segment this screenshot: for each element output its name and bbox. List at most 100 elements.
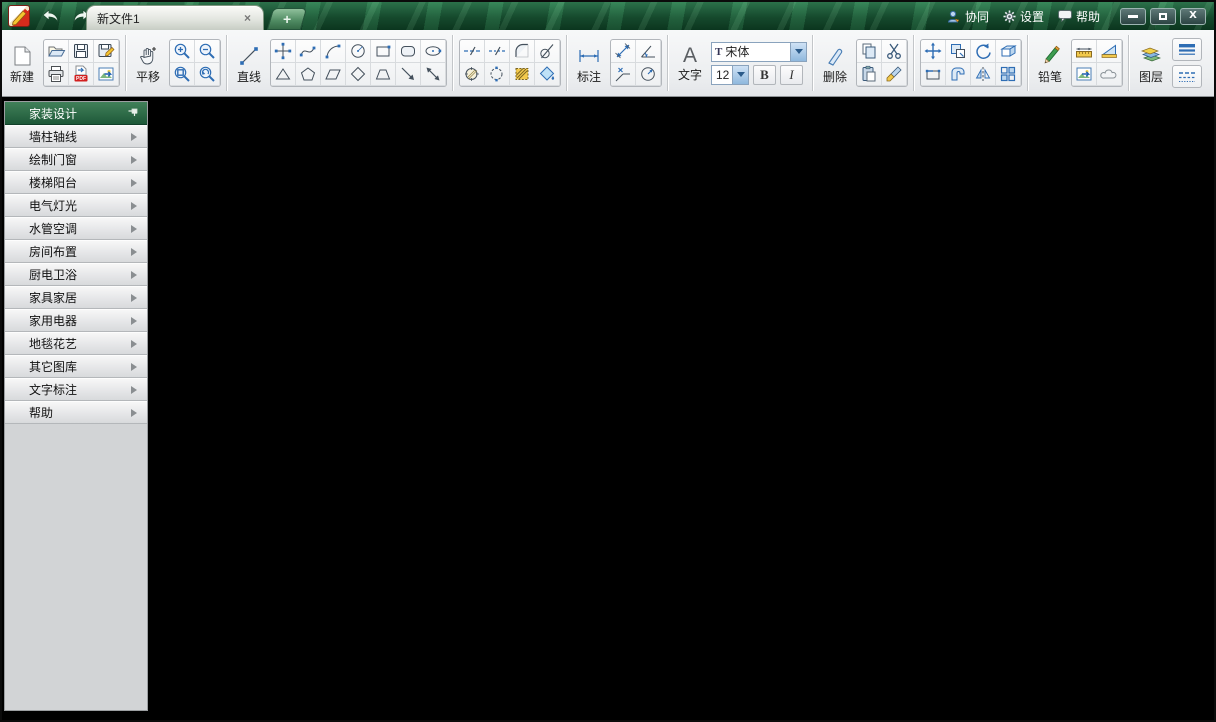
revision-cloud-button[interactable] <box>1097 63 1122 86</box>
sidebar-item-12[interactable]: 文字标注 <box>5 378 147 401</box>
radius-dim-button[interactable] <box>636 63 661 86</box>
zoom-out-button[interactable] <box>195 40 220 63</box>
sidebar-header[interactable]: 家装设计 <box>5 102 147 125</box>
double-arrow-button[interactable] <box>421 63 446 86</box>
hatch-fill-button[interactable] <box>510 63 535 86</box>
sidebar-item-2[interactable]: 绘制门窗 <box>5 148 147 171</box>
italic-button[interactable]: I <box>780 64 803 85</box>
sidebar-item-10[interactable]: 地毯花艺 <box>5 332 147 355</box>
leader-dim-button[interactable] <box>611 63 636 86</box>
minimize-button[interactable] <box>1120 7 1146 25</box>
pentagon-button[interactable] <box>296 63 321 86</box>
font-size-select[interactable]: 12 <box>711 64 749 85</box>
new-tab-button[interactable]: + <box>266 8 308 30</box>
hatch-circle-button[interactable] <box>460 63 485 86</box>
sidebar-item-13[interactable]: 帮助 <box>5 401 147 424</box>
spline-button[interactable] <box>296 40 321 63</box>
paste-button[interactable] <box>857 63 882 86</box>
collaborate-label: 协同 <box>964 9 989 24</box>
rounded-rect-button[interactable] <box>396 40 421 63</box>
font-size-dropdown-arrow[interactable] <box>732 65 748 84</box>
pencil-button[interactable]: 铅笔 <box>1034 42 1066 85</box>
arrow-button[interactable] <box>396 63 421 86</box>
arc-button[interactable] <box>321 40 346 63</box>
sidebar-item-9[interactable]: 家用电器 <box>5 309 147 332</box>
circle-button[interactable] <box>346 40 371 63</box>
print-button[interactable] <box>44 63 69 86</box>
circle-icon <box>351 44 365 58</box>
bold-button[interactable]: B <box>753 64 776 85</box>
delete-button[interactable]: 删除 <box>819 42 851 85</box>
new-file-button[interactable]: 新建 <box>6 42 38 85</box>
pin-icon[interactable] <box>127 107 139 119</box>
array-button[interactable] <box>996 63 1021 86</box>
pencil-group: 铅笔 <box>1034 39 1123 87</box>
open-file-button[interactable] <box>44 40 69 63</box>
zoom-window-button[interactable] <box>170 63 195 86</box>
save-button[interactable] <box>69 40 94 63</box>
sidebar-item-5[interactable]: 水管空调 <box>5 217 147 240</box>
text-tool-button[interactable]: A 文字 <box>674 44 706 83</box>
paint-fill-button[interactable] <box>535 63 560 86</box>
construction-line-button[interactable] <box>460 40 485 63</box>
font-family-select[interactable]: T 宋体 <box>711 41 807 62</box>
copy-button[interactable] <box>857 40 882 63</box>
diamond-button[interactable] <box>346 63 371 86</box>
insert-image-button[interactable] <box>1072 63 1097 86</box>
sidebar-item-4[interactable]: 电气灯光 <box>5 194 147 217</box>
measure-button[interactable] <box>1072 40 1097 63</box>
construction-line-icon <box>464 46 480 56</box>
help-button[interactable]: 帮助 <box>1057 8 1100 25</box>
sidebar-item-1[interactable]: 墙柱轴线 <box>5 125 147 148</box>
fillet-button[interactable] <box>510 40 535 63</box>
polygon-circle-button[interactable] <box>485 63 510 86</box>
rectangle-button[interactable] <box>371 40 396 63</box>
scale-button[interactable] <box>946 40 971 63</box>
sidebar-item-6[interactable]: 房间布置 <box>5 240 147 263</box>
pan-button[interactable]: 平移 <box>132 42 164 85</box>
save-as-button[interactable] <box>94 40 119 63</box>
font-family-dropdown-arrow[interactable] <box>790 42 806 61</box>
sidebar-item-3[interactable]: 楼梯阳台 <box>5 171 147 194</box>
settings-button[interactable]: 设置 <box>1003 8 1044 25</box>
ellipse-button[interactable] <box>421 40 446 63</box>
stretch-button[interactable] <box>921 63 946 86</box>
angular-dim-button[interactable] <box>636 40 661 63</box>
perspective-button[interactable] <box>996 40 1021 63</box>
contour-button[interactable] <box>946 63 971 86</box>
tab-close-icon[interactable]: × <box>242 11 253 25</box>
drawing-canvas[interactable]: 家装设计 墙柱轴线 绘制门窗 楼梯阳台 电气灯光 水管空调 房间布置 厨电卫浴 家具家居 家用电… <box>2 97 1214 720</box>
cut-button[interactable] <box>882 40 907 63</box>
polyline-button[interactable] <box>271 40 296 63</box>
export-pdf-button[interactable]: PDF <box>69 63 94 86</box>
mirror-button[interactable] <box>971 63 996 86</box>
format-brush-button[interactable] <box>882 63 907 86</box>
zoom-out-icon <box>199 43 215 59</box>
close-button[interactable]: X <box>1180 7 1206 25</box>
zoom-in-button[interactable] <box>170 40 195 63</box>
export-image-button[interactable] <box>94 63 119 86</box>
move-button[interactable] <box>921 40 946 63</box>
color-picker-button[interactable]: 颜色 <box>1210 43 1215 84</box>
tangent-button[interactable] <box>535 40 560 63</box>
line-width-button[interactable] <box>1172 38 1202 61</box>
layer-button[interactable]: 图层 <box>1135 42 1167 85</box>
dimension-button[interactable]: 标注 <box>573 42 605 85</box>
collaborate-button[interactable]: 协同 <box>947 8 989 25</box>
parallelogram-button[interactable] <box>321 63 346 86</box>
ray-line-button[interactable] <box>485 40 510 63</box>
sidebar-item-8[interactable]: 家具家居 <box>5 286 147 309</box>
aligned-dim-button[interactable] <box>611 40 636 63</box>
trapezoid-button[interactable] <box>371 63 396 86</box>
maximize-button[interactable] <box>1150 7 1176 25</box>
zoom-previous-button[interactable] <box>195 63 220 86</box>
triangle-button[interactable] <box>271 63 296 86</box>
sidebar-item-7[interactable]: 厨电卫浴 <box>5 263 147 286</box>
document-tab[interactable]: 新文件1 × <box>86 5 264 30</box>
rotate-button[interactable] <box>971 40 996 63</box>
line-style-button[interactable] <box>1172 65 1202 88</box>
line-tool-button[interactable]: 直线 <box>233 42 265 85</box>
sidebar-item-11[interactable]: 其它图库 <box>5 355 147 378</box>
undo-button[interactable] <box>38 6 62 26</box>
area-measure-button[interactable] <box>1097 40 1122 63</box>
